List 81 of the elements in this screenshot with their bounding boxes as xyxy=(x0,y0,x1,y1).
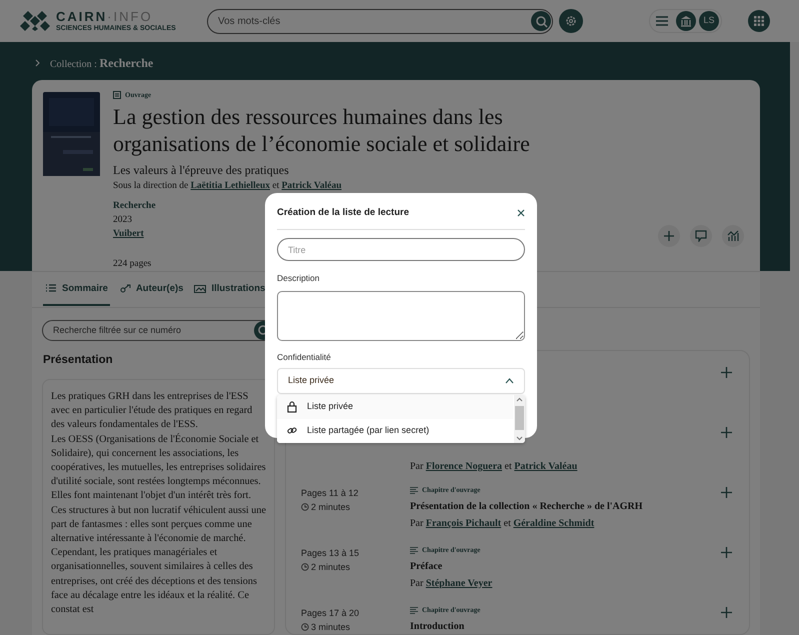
reading-time: 3 minutes xyxy=(311,620,350,634)
settings-icon xyxy=(565,15,577,27)
privacy-dropdown[interactable]: Liste privée xyxy=(277,368,525,394)
clock-icon xyxy=(301,623,309,632)
statistics-button[interactable] xyxy=(722,225,744,247)
plus-icon[interactable] xyxy=(721,607,732,618)
institution-button[interactable] xyxy=(676,11,696,31)
paragraph: Ces structures à but non lucratif véhiculent aussi une part de fantasmes : elles sont perçues comme une alternative intéressante à l'économie de marché. Cependant, les pratiques managériales et organisationnelles, souvent similaires à celles des entreprises, ont créé des déceptions et des tensions face au décalage entre les idéaux et la réalité. Ce constat est xyxy=(51,504,266,618)
scrollbar[interactable] xyxy=(514,394,525,443)
book-icon xyxy=(113,91,121,100)
chapter-title: Préface xyxy=(410,560,442,574)
apps-button[interactable] xyxy=(748,10,770,32)
close-icon[interactable] xyxy=(517,209,525,218)
field-label: Confidentialité xyxy=(277,351,332,364)
diamonds-logo-icon xyxy=(20,11,50,31)
page-range: Pages 13 à 15 xyxy=(301,547,360,560)
author-link[interactable]: Stéphane Veyer xyxy=(426,578,492,588)
lines-icon xyxy=(410,546,418,554)
book-editors: Sous la direction de Laëtitia Lethielleux et Patrick Valéau xyxy=(113,180,342,192)
settings-button[interactable] xyxy=(559,9,583,33)
page-count: 224 pages xyxy=(113,258,152,270)
chapter-authors: Par Stéphane Veyer xyxy=(410,576,492,590)
clock-icon xyxy=(301,563,309,572)
field-label: Description xyxy=(277,272,321,285)
page-range: Pages 17 à 20 xyxy=(301,607,360,620)
plus-icon[interactable] xyxy=(721,367,732,378)
title-field[interactable]: Titre xyxy=(277,238,525,262)
search-button[interactable] xyxy=(531,11,551,31)
chart-icon xyxy=(727,230,739,242)
publisher-link[interactable]: Vuibert xyxy=(113,227,144,242)
author-link[interactable]: Patrick Valéau xyxy=(282,180,342,190)
chevron-right-icon xyxy=(35,59,40,67)
collection-link[interactable]: Recherche xyxy=(113,198,156,213)
page-range: Pages 11 à 12 xyxy=(301,487,358,500)
search-field[interactable]: Vos mots-clés xyxy=(207,8,553,34)
chevron-up-icon xyxy=(505,378,514,384)
author-link[interactable]: Géraldine Schmidt xyxy=(513,518,594,528)
chapter-title: Introduction xyxy=(410,620,464,634)
lines-icon xyxy=(410,486,418,494)
grid-icon xyxy=(754,16,764,26)
user-avatar[interactable]: LS xyxy=(699,11,719,31)
description-field[interactable] xyxy=(277,291,525,341)
tab[interactable]: Auteur(e)s xyxy=(116,274,186,306)
logo-text: CAIRN xyxy=(56,10,108,23)
dropdown-option[interactable]: Liste partagée (par lien secret) xyxy=(277,418,513,443)
dialog-title: Création de la liste de lecture xyxy=(277,206,409,220)
publication-year: 2023 xyxy=(113,214,132,227)
search-icon xyxy=(534,14,548,28)
plus-icon[interactable] xyxy=(721,487,732,498)
image-icon xyxy=(194,284,206,294)
reading-time: 2 minutes xyxy=(311,500,350,514)
plus-icon xyxy=(663,230,675,242)
chapter-authors: Par François Pichault et Géraldine Schmidt xyxy=(410,516,594,530)
author-link[interactable]: Patrick Valéau xyxy=(514,461,578,472)
lock-icon xyxy=(287,400,297,413)
author-link[interactable]: Laëtitia Lethielleux xyxy=(190,180,270,190)
chapter-title: Présentation de la collection « Recherche » de l'AGRH xyxy=(410,500,643,514)
breadcrumb-text: Collection : Recherche xyxy=(50,55,154,72)
list-icon xyxy=(45,284,57,294)
tab[interactable]: Illustrations xyxy=(192,274,268,306)
book-subtitle: Les valeurs à l'épreuve des pratiques xyxy=(113,162,289,178)
bank-icon xyxy=(680,15,692,27)
section-heading: Présentation xyxy=(43,353,113,368)
plus-icon[interactable] xyxy=(721,547,732,558)
quote-button[interactable] xyxy=(690,225,712,247)
tab[interactable]: Sommaire xyxy=(43,274,110,306)
author-link[interactable]: Florence Noguera xyxy=(426,461,502,472)
menu-icon[interactable] xyxy=(656,16,668,26)
paragraph: Les OESS (Organisations de l'Économie Sociale et Solidaire), qui concernent les associations, les coopératives, les mutuelles, les entreprises solidaires d'utilité sociale, sont restées longtemps méconnues. Elles font maintenant l'objet d'un intérêt très fort. xyxy=(51,432,266,504)
clock-icon xyxy=(301,503,309,512)
speech-bubble-icon xyxy=(695,230,707,242)
author-link[interactable]: François Pichault xyxy=(426,518,502,528)
chapter-authors: Par Florence Noguera et Patrick Valéau xyxy=(410,460,578,474)
lines-icon xyxy=(410,606,418,614)
book-title: La gestion des ressources humaines dans les organisations de l’économie sociale et solidaire xyxy=(113,102,531,156)
add-button[interactable] xyxy=(658,225,680,247)
paragraph: Les pratiques GRH dans les entreprises de l'ESS avec en particulier l'étude des pratiques en regard des valeurs fondamentales de l'ESS. xyxy=(51,390,254,432)
pen-icon xyxy=(118,284,131,294)
dropdown-option[interactable]: Liste privée xyxy=(277,394,513,419)
plus-icon[interactable] xyxy=(721,427,732,438)
reading-time: 2 minutes xyxy=(311,560,350,574)
